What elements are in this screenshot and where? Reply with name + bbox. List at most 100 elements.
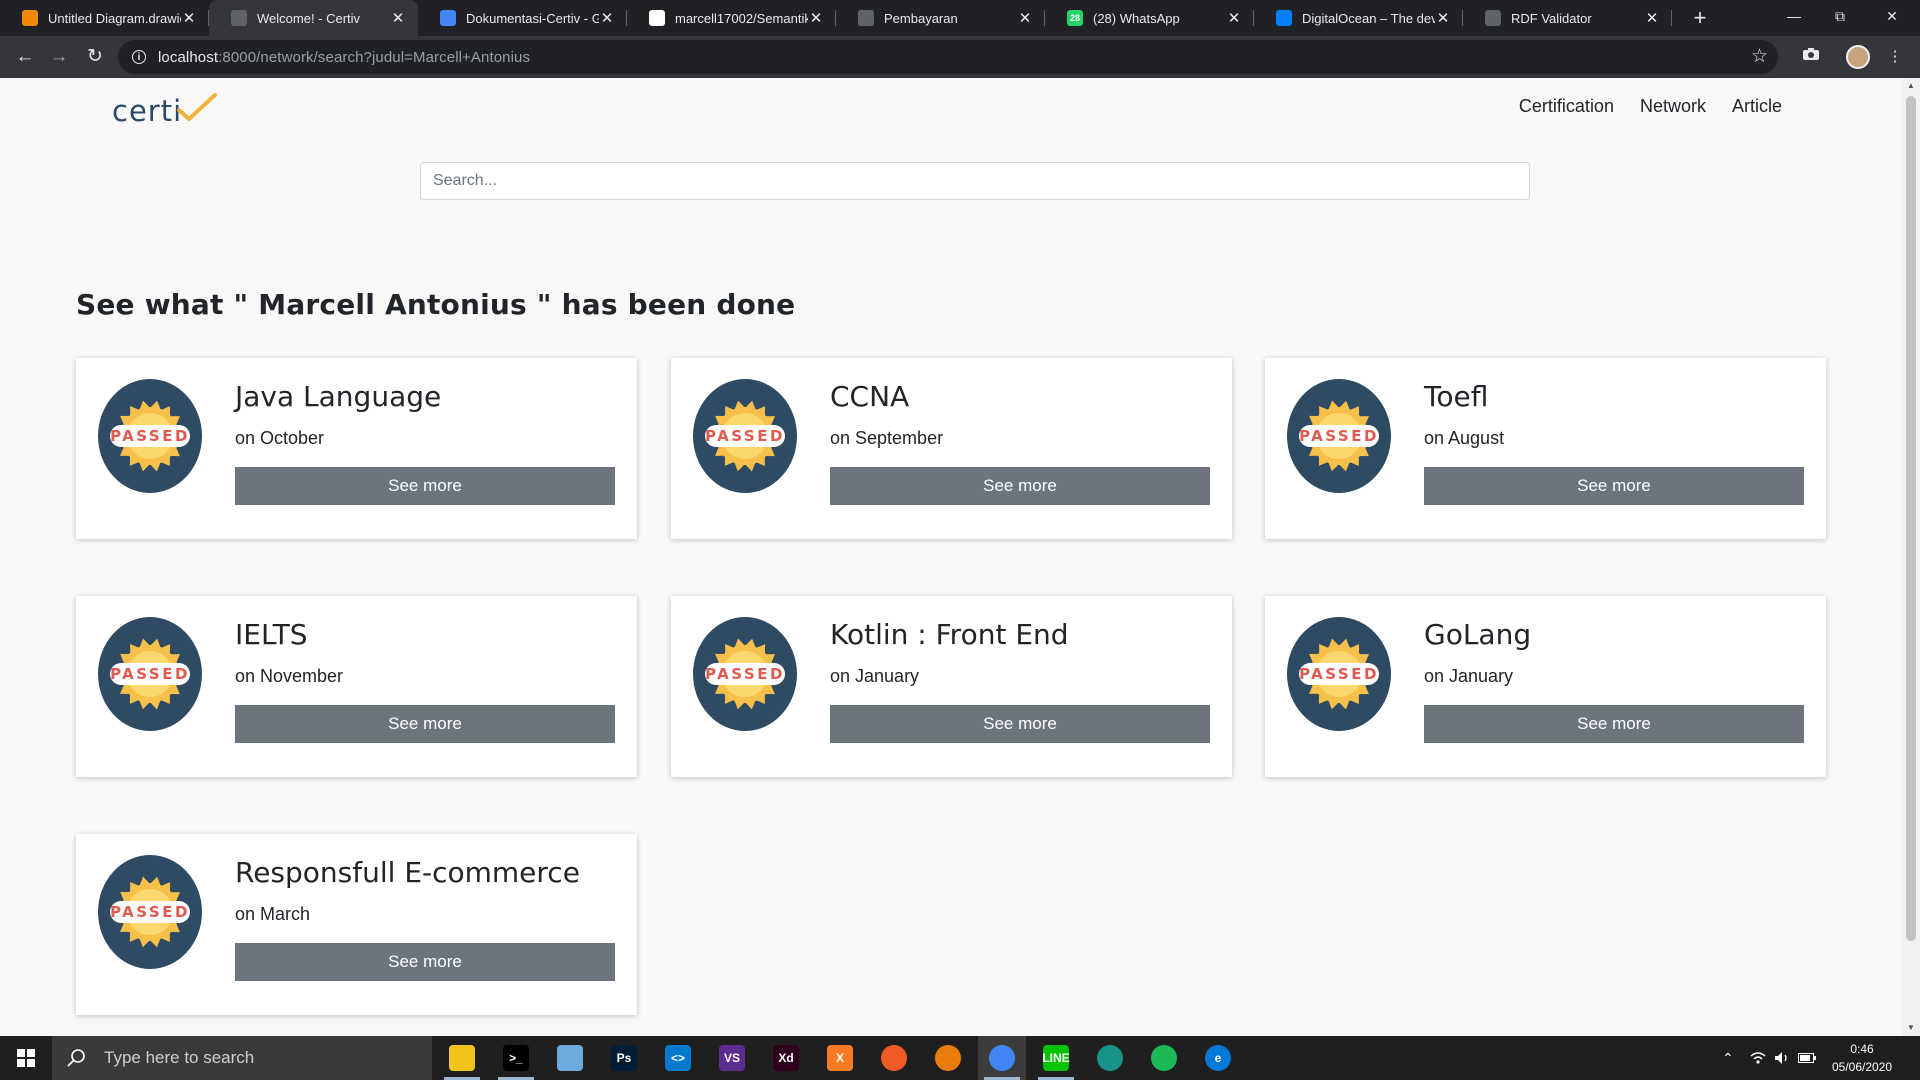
tab-favicon-icon xyxy=(1276,10,1292,26)
certificate-title: IELTS xyxy=(235,618,308,651)
passed-badge-icon: PASSED xyxy=(693,616,797,732)
taskbar-app-terminal[interactable]: >_ xyxy=(492,1036,540,1080)
passed-badge-icon: PASSED xyxy=(98,854,202,970)
see-more-button[interactable]: See more xyxy=(235,467,615,505)
app-blue-icon xyxy=(557,1045,583,1071)
browser-tab[interactable]: Welcome! - Certiv ✕ xyxy=(209,0,418,36)
taskbar-clock[interactable]: 0:46 05/06/2020 xyxy=(1824,1040,1900,1076)
certificate-date: on January xyxy=(830,666,920,686)
taskbar-app-vscode[interactable]: <> xyxy=(654,1036,702,1080)
taskbar-app-file-explorer[interactable] xyxy=(438,1036,486,1080)
see-more-button[interactable]: See more xyxy=(830,467,1210,505)
see-more-button[interactable]: See more xyxy=(830,705,1210,743)
tab-close-icon[interactable]: ✕ xyxy=(390,9,406,27)
line-icon: LINE xyxy=(1042,1045,1070,1071)
vscode-icon: <> xyxy=(665,1045,691,1071)
certificate-title: Java Language xyxy=(235,380,442,413)
nav-article[interactable]: Article xyxy=(1732,96,1782,117)
new-tab-button[interactable]: + xyxy=(1686,4,1714,32)
browser-tab[interactable]: marcell17002/Semantik ✕ xyxy=(627,0,836,36)
browser-tab[interactable]: Dokumentasi-Certiv - Google Docs✕ xyxy=(418,0,627,36)
taskbar-app-visual-studio[interactable]: VS xyxy=(708,1036,756,1080)
passed-badge-icon: PASSED xyxy=(98,616,202,732)
site-logo[interactable]: certi xyxy=(112,88,218,128)
chrome-icon xyxy=(989,1045,1015,1071)
search-container xyxy=(420,162,1530,200)
site-info-icon[interactable]: i xyxy=(132,50,146,64)
nav-certification[interactable]: Certification xyxy=(1519,96,1614,117)
windows-start-button[interactable] xyxy=(0,1036,52,1080)
battery-icon[interactable] xyxy=(1798,1036,1816,1080)
tab-close-icon[interactable]: ✕ xyxy=(808,9,824,27)
tab-close-icon[interactable]: ✕ xyxy=(599,9,615,27)
certificate-title: Toefl xyxy=(1424,380,1489,413)
tab-title: RDF Validator xyxy=(1511,10,1592,26)
scroll-up-arrow-icon[interactable]: ▲ xyxy=(1902,78,1920,94)
scrollbar-thumb[interactable] xyxy=(1906,96,1916,941)
tab-close-icon[interactable]: ✕ xyxy=(1017,9,1033,27)
search-icon xyxy=(67,1049,85,1067)
tab-favicon-icon xyxy=(858,10,874,26)
nav-network[interactable]: Network xyxy=(1640,96,1706,117)
taskbar-search-box[interactable]: Type here to search xyxy=(52,1036,432,1080)
browser-tab[interactable]: RDF Validator ✕ xyxy=(1463,0,1672,36)
taskbar-app-adobe-xd[interactable]: Xd xyxy=(762,1036,810,1080)
taskbar-app-xampp[interactable]: X xyxy=(816,1036,864,1080)
menu-kebab-icon[interactable]: ⋮ xyxy=(1882,44,1908,70)
see-more-button[interactable]: See more xyxy=(1424,705,1804,743)
passed-badge-icon: PASSED xyxy=(98,378,202,494)
address-bar[interactable]: i localhost:8000/network/search?judul=Ma… xyxy=(118,40,1778,74)
tab-title: Welcome! - Certiv xyxy=(257,10,361,26)
url-text: localhost:8000/network/search?judul=Marc… xyxy=(158,49,530,66)
taskbar-search-placeholder: Type here to search xyxy=(104,1048,255,1067)
tab-favicon-icon xyxy=(1485,10,1501,26)
tab-close-icon[interactable]: ✕ xyxy=(1435,9,1451,27)
page-scrollbar[interactable]: ▲ ▼ xyxy=(1902,78,1920,1036)
profile-avatar[interactable] xyxy=(1846,45,1870,69)
see-more-button[interactable]: See more xyxy=(235,943,615,981)
taskbar-app-app-blue[interactable] xyxy=(546,1036,594,1080)
back-icon[interactable]: ← xyxy=(10,42,40,72)
logo-wordmark: certi xyxy=(112,94,183,128)
visual-studio-icon: VS xyxy=(719,1045,745,1071)
taskbar-app-chrome[interactable] xyxy=(978,1036,1026,1080)
badge-label: PASSED xyxy=(1299,665,1379,683)
tab-favicon-icon xyxy=(649,10,665,26)
search-input[interactable] xyxy=(420,162,1530,200)
bookmark-star-icon[interactable]: ☆ xyxy=(1751,45,1768,68)
close-window-button[interactable]: ✕ xyxy=(1864,0,1920,32)
browser-tab[interactable]: Untitled Diagram.drawio ✕ xyxy=(0,0,209,36)
certificate-card: PASSED Responsfull E-commerce on March See … xyxy=(76,834,637,1015)
url-host: localhost xyxy=(158,48,219,66)
browser-tab[interactable]: 28 (28) WhatsApp ✕ xyxy=(1045,0,1254,36)
certificate-date: on August xyxy=(1424,428,1505,448)
see-more-button[interactable]: See more xyxy=(235,705,615,743)
certificate-card: PASSED Toefl on August See more xyxy=(1265,358,1826,539)
volume-icon[interactable] xyxy=(1774,1036,1790,1080)
taskbar-app-blender[interactable] xyxy=(924,1036,972,1080)
taskbar-app-gitkraken[interactable] xyxy=(1086,1036,1134,1080)
taskbar-app-postman[interactable] xyxy=(870,1036,918,1080)
taskbar-app-line[interactable]: LINE xyxy=(1032,1036,1080,1080)
forward-icon[interactable]: → xyxy=(44,42,74,72)
network-icon[interactable] xyxy=(1750,1036,1766,1080)
tab-close-icon[interactable]: ✕ xyxy=(181,9,197,27)
photoshop-icon: Ps xyxy=(611,1045,637,1071)
scroll-down-arrow-icon[interactable]: ▼ xyxy=(1902,1020,1920,1036)
certificate-title: GoLang xyxy=(1424,618,1532,651)
tray-chevron-icon[interactable]: ⌃ xyxy=(1722,1036,1734,1080)
see-more-button[interactable]: See more xyxy=(1424,467,1804,505)
tab-close-icon[interactable]: ✕ xyxy=(1644,9,1660,27)
taskbar-app-spotify[interactable] xyxy=(1140,1036,1188,1080)
edge-icon: e xyxy=(1205,1045,1231,1071)
reload-icon[interactable]: ↻ xyxy=(80,42,110,72)
camera-extension-icon[interactable] xyxy=(1798,44,1824,70)
browser-tab[interactable]: DigitalOcean – The developer cloud✕ xyxy=(1254,0,1463,36)
restore-button[interactable]: ⧉ xyxy=(1812,0,1868,32)
tab-title: Untitled Diagram.drawio xyxy=(48,10,181,26)
browser-tab[interactable]: Pembayaran ✕ xyxy=(836,0,1045,36)
taskbar-app-edge[interactable]: e xyxy=(1194,1036,1242,1080)
taskbar-app-photoshop[interactable]: Ps xyxy=(600,1036,648,1080)
badge-label: PASSED xyxy=(110,427,190,445)
tab-close-icon[interactable]: ✕ xyxy=(1226,9,1242,27)
